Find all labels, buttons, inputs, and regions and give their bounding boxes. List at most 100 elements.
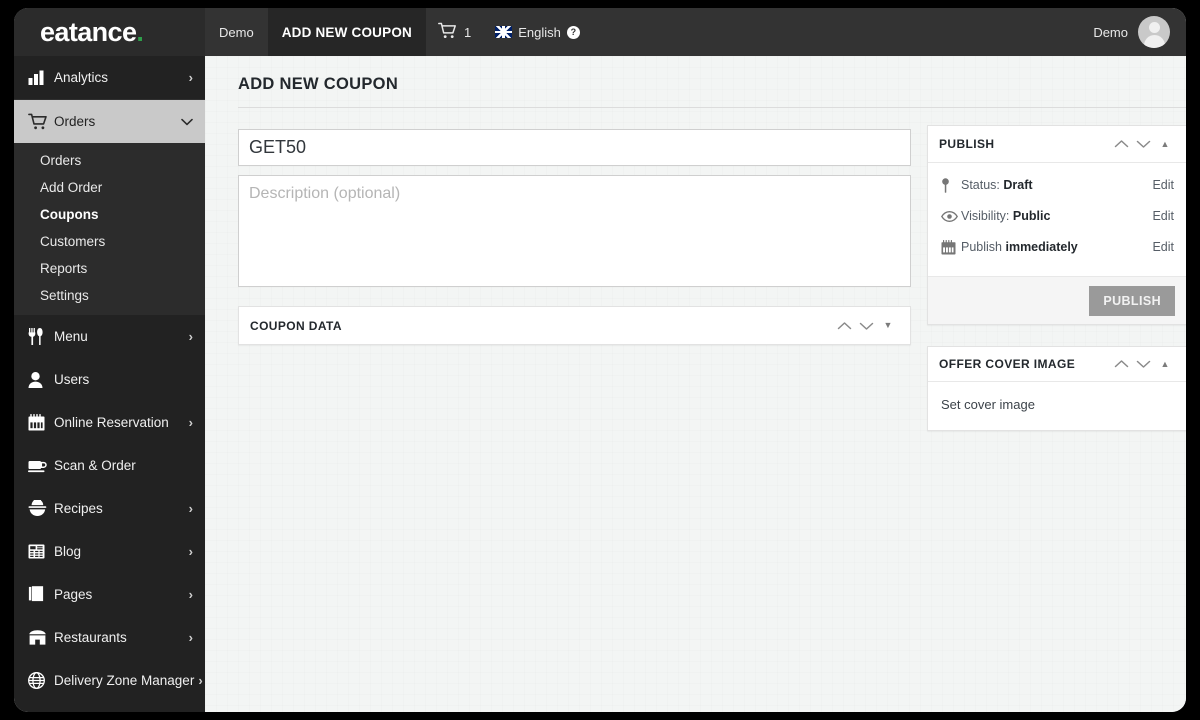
sidebar-item-label: Scan & Order [54,458,136,473]
flag-uk-icon [495,26,513,38]
browser-viewport: eatance. Demo ADD NEW COUPON 1 English ?… [14,8,1186,712]
publish-visibility-value: Public [1012,209,1051,223]
sidebar-item-label: Blog [54,544,82,559]
globe-icon [28,672,54,689]
edit-status-link[interactable]: Edit [1152,178,1174,192]
sidebar-subitem-customers[interactable]: Customers [14,228,205,255]
sidebar-item-blog[interactable]: Blog › [14,530,205,573]
collapse-toggle-icon[interactable]: ▲ [1154,353,1176,375]
edit-visibility-link[interactable]: Edit [1152,209,1174,223]
sidebar-item-label: Users [54,372,90,387]
publish-schedule-value: immediately [1005,240,1078,254]
collapse-toggle-icon[interactable]: ▼ [877,315,899,337]
offer-cover-image-panel: OFFER COVER IMAGE ▲ Set cover image [927,346,1186,431]
sidebar-subitem-reports[interactable]: Reports [14,255,205,282]
coupon-data-panel-header[interactable]: COUPON DATA ▼ [239,307,910,344]
sidebar-item-label: Restaurants [54,630,127,645]
triangle-glyph: ▲ [1160,358,1170,369]
sidebar-item-recipes[interactable]: Recipes › [14,487,205,530]
nav-item-add-new-coupon[interactable]: ADD NEW COUPON [267,8,426,56]
sidebar-subitem-settings[interactable]: Settings [14,282,205,309]
offer-cover-image-body: Set cover image [928,382,1186,430]
nav-item-demo[interactable]: Demo [205,8,268,56]
set-cover-image-link[interactable]: Set cover image [941,397,1035,412]
brand-logo[interactable]: eatance. [14,8,205,56]
move-up-icon[interactable] [1110,353,1132,375]
user-icon [28,371,54,388]
navbar-items: Demo ADD NEW COUPON [205,8,426,56]
sidebar-subitem-coupons[interactable]: Coupons [14,201,205,228]
publish-status-label: Status: [961,178,1000,192]
triangle-glyph: ▲ [1160,138,1170,149]
move-up-icon[interactable] [1110,133,1132,155]
calendar-icon [28,414,54,431]
sidebar-item-scan-and-order[interactable]: Scan & Order [14,444,205,487]
sidebar-meta-column: PUBLISH ▲ Status: Draft Edit Visibility:… [927,125,1186,431]
nav-language-switcher[interactable]: English ? [483,8,592,56]
cart-icon [28,113,54,130]
publish-panel: PUBLISH ▲ Status: Draft Edit Visibility:… [927,125,1186,325]
top-navbar: eatance. Demo ADD NEW COUPON 1 English ?… [14,8,1186,56]
blog-icon [28,544,54,559]
chevron-right-icon: › [198,673,203,688]
publish-panel-header[interactable]: PUBLISH ▲ [928,126,1186,163]
sidebar-item-online-reservation[interactable]: Online Reservation › [14,401,205,444]
editor-column: COUPON DATA ▼ [238,129,911,345]
pages-icon [28,586,54,603]
publish-status-text: Status: Draft [961,178,1152,192]
user-avatar-icon[interactable] [1138,16,1170,48]
sidebar-item-menu[interactable]: Menu › [14,315,205,358]
sidebar-subitem-orders[interactable]: Orders [14,147,205,174]
edit-schedule-link[interactable]: Edit [1152,240,1174,254]
offer-cover-image-panel-title: OFFER COVER IMAGE [939,357,1076,371]
publish-row-visibility: Visibility: Public Edit [941,205,1174,227]
nav-language-label: English [518,24,561,40]
sidebar-item-delivery-zone-manager[interactable]: Delivery Zone Manager › [14,659,205,702]
navbar-user-area[interactable]: Demo [1093,8,1186,56]
triangle-glyph: ▼ [883,320,893,330]
chevron-right-icon: › [188,70,193,85]
move-down-icon[interactable] [1132,353,1154,375]
move-down-icon[interactable] [1132,133,1154,155]
bar-chart-icon [28,70,54,85]
sidebar-item-restaurants[interactable]: Restaurants › [14,616,205,659]
sidebar-item-label: Orders [54,114,96,129]
sidebar-item-label: Recipes [54,501,103,516]
move-down-icon[interactable] [855,315,877,337]
coupon-name-input[interactable] [238,129,911,166]
recipe-bowl-icon [28,500,54,517]
page-title: ADD NEW COUPON [238,75,399,93]
sidebar-item-users[interactable]: Users [14,358,205,401]
chevron-right-icon: › [188,329,193,344]
chevron-right-icon: › [188,544,193,559]
coffee-cup-icon [28,459,54,473]
sidebar-item-label: Online Reservation [54,415,169,430]
sidebar-subitem-add-order[interactable]: Add Order [14,174,205,201]
publish-panel-body: Status: Draft Edit Visibility: Public Ed… [928,163,1186,276]
help-icon[interactable]: ? [566,25,580,39]
title-divider [238,107,1186,108]
publish-visibility-text: Visibility: Public [961,209,1152,223]
sidebar-item-label: Pages [54,587,93,602]
coupon-data-panel: COUPON DATA ▼ [238,306,911,345]
main-content: ADD NEW COUPON COUPON DATA ▼ [205,56,1186,712]
sidebar-item-label: Analytics [54,70,109,85]
nav-cart[interactable]: 1 [426,8,483,56]
coupon-description-input[interactable] [238,175,911,287]
publish-panel-title: PUBLISH [939,137,995,151]
navbar-username: Demo [1093,24,1128,40]
move-up-icon[interactable] [833,315,855,337]
chevron-right-icon: › [188,587,193,602]
collapse-toggle-icon[interactable]: ▲ [1154,133,1176,155]
chevron-right-icon: › [188,415,193,430]
sidebar-item-media[interactable]: Media › [14,702,205,712]
sidebar-item-orders[interactable]: Orders [14,100,205,143]
offer-cover-image-panel-header[interactable]: OFFER COVER IMAGE ▲ [928,347,1186,382]
device-frame: eatance. Demo ADD NEW COUPON 1 English ?… [0,0,1200,720]
publish-schedule-text: Publish immediately [961,240,1152,254]
publish-button[interactable]: PUBLISH [1089,285,1175,316]
sidebar-item-analytics[interactable]: Analytics › [14,56,205,99]
cutlery-icon [28,328,54,345]
coupon-data-panel-title: COUPON DATA [250,318,342,333]
sidebar-item-pages[interactable]: Pages › [14,573,205,616]
